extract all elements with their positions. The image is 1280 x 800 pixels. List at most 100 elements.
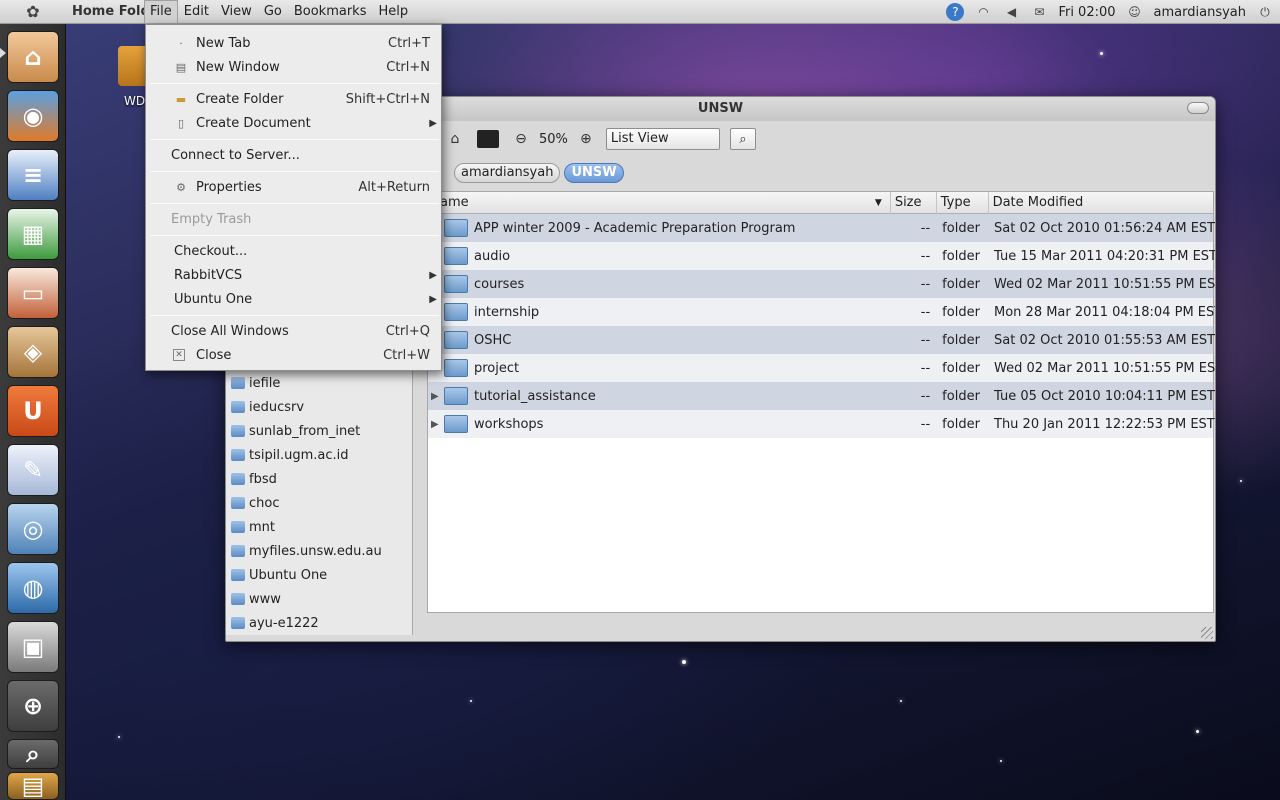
sidebar-item[interactable]: fbsd <box>231 468 277 490</box>
table-row[interactable]: audio -- folder Tue 15 Mar 2011 04:20:31… <box>428 242 1215 270</box>
home-icon[interactable]: ⌂ <box>443 127 467 151</box>
menu-item-ubuntu-one[interactable]: Ubuntu One ▶ <box>146 287 443 311</box>
folder-icon <box>444 219 468 237</box>
network-icon <box>231 497 245 509</box>
chromium-icon[interactable]: ◍ <box>7 562 59 614</box>
document-icon: ▯ <box>177 116 185 130</box>
star <box>118 736 120 738</box>
menu-item-create-folder[interactable]: ▬ Create Folder Shift+Ctrl+N <box>146 87 443 111</box>
menu-bookmarks[interactable]: Bookmarks <box>288 0 373 24</box>
folder-icon <box>231 521 245 533</box>
search-icon[interactable]: ⊕ <box>7 680 59 732</box>
zoom-in-icon[interactable]: ⊕ <box>574 127 598 151</box>
column-size[interactable]: Size <box>891 192 937 214</box>
star <box>470 700 472 702</box>
menu-edit[interactable]: Edit <box>178 0 215 24</box>
launcher: ⌂ ◉ ≡ ▦ ▭ ◈ U ✎ ◎ ◍ ▣ ⊕ ⌕ ▤ <box>0 24 66 800</box>
table-row[interactable]: ▶ workshops -- folder Thu 20 Jan 2011 12:… <box>428 410 1215 438</box>
column-name[interactable]: ame ▼ <box>428 192 891 214</box>
sidebar-item[interactable]: sunlab_from_inet <box>231 420 360 442</box>
search-button[interactable]: ⌕ <box>729 128 756 150</box>
app-title: Home Fold <box>72 4 144 19</box>
expander-icon[interactable]: ▶ <box>431 391 439 402</box>
sidebar-item[interactable]: mnt <box>231 516 275 538</box>
file-menu: · New Tab Ctrl+T ▤ New Window Ctrl+N ▬ C… <box>145 24 442 371</box>
power-icon[interactable]: ⏻ <box>1256 3 1274 21</box>
zoom-out-icon[interactable]: ⊖ <box>509 127 533 151</box>
folder-icon <box>444 303 468 321</box>
volume-icon[interactable]: ◀ <box>1002 3 1020 21</box>
menu-view[interactable]: View <box>215 0 258 24</box>
folder-icon <box>444 387 468 405</box>
menu-item-rabbitvcs[interactable]: RabbitVCS ▶ <box>146 263 443 287</box>
sidebar-item[interactable]: iefile <box>231 372 280 394</box>
expander-icon[interactable]: ▶ <box>431 419 439 430</box>
menu-item-close-all[interactable]: Close All Windows Ctrl+Q <box>146 319 443 343</box>
sidebar-item[interactable]: www <box>231 588 281 610</box>
crumb-current[interactable]: UNSW <box>564 163 624 183</box>
writer-icon[interactable]: ≡ <box>7 149 59 201</box>
menu-item-create-document[interactable]: ▯ Create Document ▶ <box>146 111 443 135</box>
zoom-level: 50% <box>539 131 568 147</box>
menu-item-properties[interactable]: ⚙ Properties Alt+Return <box>146 175 443 199</box>
sidebar-item[interactable]: ayu-e1222 <box>231 612 319 634</box>
table-row[interactable]: project -- folder Wed 02 Mar 2011 10:51:… <box>428 354 1215 382</box>
trash-icon[interactable]: ▤ <box>7 772 59 800</box>
statusbar <box>427 613 1214 641</box>
table-row[interactable]: courses -- folder Wed 02 Mar 2011 10:51:… <box>428 270 1215 298</box>
text-editor-icon[interactable]: ✎ <box>7 444 59 496</box>
submenu-arrow-icon: ▶ <box>429 117 437 129</box>
table-row[interactable]: internship -- folder Mon 28 Mar 2011 04:… <box>428 298 1215 326</box>
menu-item-connect-server[interactable]: Connect to Server... <box>146 143 443 167</box>
computer-icon[interactable] <box>477 130 499 148</box>
close-icon: ✕ <box>173 349 185 361</box>
list-header: ame ▼ Size Type Date Modified <box>428 192 1213 214</box>
menu-go[interactable]: Go <box>258 0 288 24</box>
folder-icon <box>444 359 468 377</box>
ubuntu-one-icon[interactable]: U <box>7 385 59 437</box>
window-title: UNSW <box>697 101 744 116</box>
resize-grip[interactable] <box>1201 627 1213 639</box>
username[interactable]: amardiansyah <box>1154 5 1246 20</box>
workspaces-icon[interactable]: ▣ <box>7 621 59 673</box>
calc-icon[interactable]: ▦ <box>7 208 59 260</box>
running-indicator <box>0 48 6 58</box>
software-center-icon[interactable]: ◈ <box>7 326 59 378</box>
column-type[interactable]: Type <box>937 192 989 214</box>
sort-arrow-icon: ▼ <box>874 198 882 208</box>
search-files-icon[interactable]: ⌕ <box>7 739 59 769</box>
help-icon[interactable]: ? <box>946 3 965 21</box>
sidebar-item[interactable]: myfiles.unsw.edu.au <box>231 540 382 562</box>
properties-icon: ⚙ <box>176 180 186 194</box>
desktop-icon-label: WD <box>124 94 146 108</box>
gnome-foot-icon[interactable]: ✿ <box>0 0 66 24</box>
menu-item-new-window[interactable]: ▤ New Window Ctrl+N <box>146 55 443 79</box>
crumb-home[interactable]: amardiansyah <box>454 163 561 183</box>
camera-icon[interactable]: ◎ <box>7 503 59 555</box>
table-row[interactable]: OSHC -- folder Sat 02 Oct 2010 01:55:53 … <box>428 326 1215 354</box>
impress-icon[interactable]: ▭ <box>7 267 59 319</box>
menu-item-new-tab[interactable]: · New Tab Ctrl+T <box>146 31 443 55</box>
sidebar-item[interactable]: choc <box>231 492 280 514</box>
network-icon <box>231 545 245 557</box>
menu-file[interactable]: File <box>144 0 178 24</box>
menu-item-close[interactable]: ✕ Close Ctrl+W <box>146 343 443 367</box>
table-row[interactable]: ▶ tutorial_assistance -- folder Tue 05 Oc… <box>428 382 1215 410</box>
table-row[interactable]: APP winter 2009 - Academic Preparation P… <box>428 214 1215 242</box>
column-date[interactable]: Date Modified <box>989 192 1213 214</box>
mail-icon[interactable]: ✉ <box>1030 3 1048 21</box>
clock[interactable]: Fri 02:00 <box>1058 5 1115 20</box>
sidebar-item[interactable]: ieducsrv <box>231 396 304 418</box>
home-folder-icon[interactable]: ⌂ <box>7 31 59 83</box>
firefox-icon[interactable]: ◉ <box>7 90 59 142</box>
sidebar-item[interactable]: Ubuntu One <box>231 564 327 586</box>
submenu-arrow-icon: ▶ <box>429 293 437 305</box>
menu-help[interactable]: Help <box>372 0 414 24</box>
indicator-area: ? ◠ ◀ ✉ Fri 02:00 ☺ amardiansyah ⏻ <box>946 0 1280 24</box>
submenu-arrow-icon: ▶ <box>429 269 437 281</box>
wifi-icon[interactable]: ◠ <box>974 3 992 21</box>
maximize-button[interactable] <box>1187 102 1209 114</box>
sidebar-item[interactable]: tsipil.ugm.ac.id <box>231 444 349 466</box>
view-mode-select[interactable]: List View <box>605 128 720 150</box>
menu-item-checkout[interactable]: Checkout... <box>146 239 443 263</box>
